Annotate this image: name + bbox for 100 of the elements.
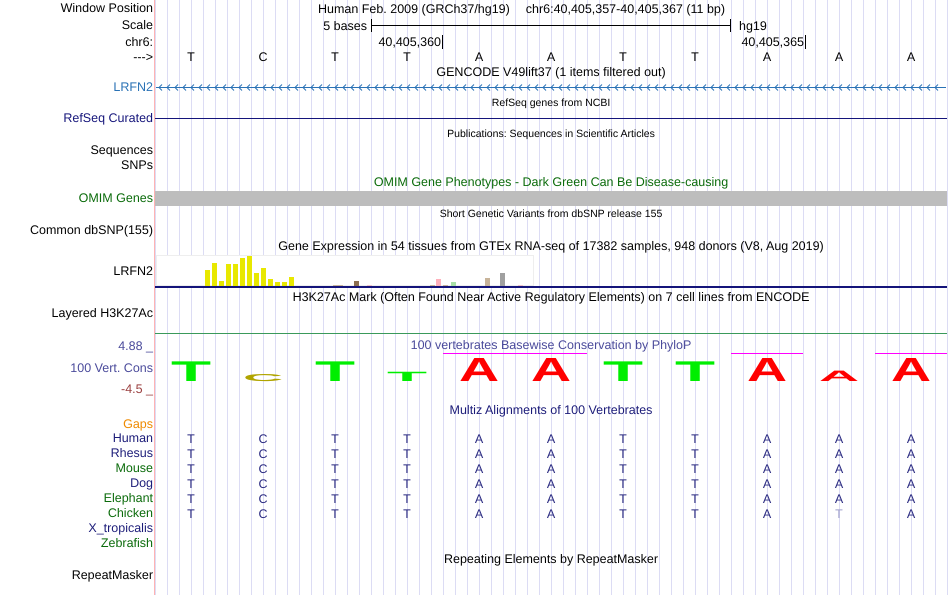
position-tick: 40,405,365 — [741, 35, 806, 49]
alignment-base: A — [762, 446, 772, 460]
alignment-base: A — [906, 462, 916, 476]
track-title: Multiz Alignments of 100 Vertebrates — [450, 402, 652, 416]
alignment-base: T — [690, 476, 700, 490]
axis-max-label: 4.88 _ — [118, 338, 153, 355]
species-label: X_tropicalis — [88, 521, 153, 536]
strand-label: ---> — [133, 50, 153, 64]
sequence-base: A — [546, 50, 556, 64]
species-label: Human — [112, 431, 153, 446]
alignment-base: T — [618, 506, 628, 520]
track-title: H3K27Ac Mark (Often Found Near Active Regulatory Elements) on 7 cell lines from ENCODE — [292, 290, 810, 304]
alignment-base: A — [906, 492, 916, 506]
sequence-base: T — [618, 50, 628, 64]
track-label: RefSeq Curated — [63, 110, 153, 126]
alignment-base: A — [546, 492, 556, 506]
assembly-name: Human Feb. 2009 (GRCh37/hg19) — [318, 2, 510, 16]
track-label: Layered H3K27Ac — [52, 306, 153, 321]
row-label: Window Position — [60, 1, 153, 16]
alignment-base: T — [330, 432, 340, 446]
sequence-base: A — [474, 50, 484, 64]
alignment-base: A — [474, 432, 484, 446]
alignment-base: A — [834, 432, 844, 446]
alignment-base: T — [618, 476, 628, 490]
logo-letter: A — [458, 350, 500, 388]
sequence-base: A — [762, 50, 772, 64]
alignment-base: T — [402, 506, 412, 520]
logo-letter: T — [674, 355, 716, 388]
alignment-base: C — [257, 506, 269, 520]
alignment-base: C — [257, 462, 269, 476]
sequence-base: T — [330, 50, 340, 64]
alignment-base: A — [474, 462, 484, 476]
logo-letter: T — [314, 355, 356, 388]
track-title: Publications: Sequences in Scientific Articles — [447, 128, 655, 140]
alignment-base: A — [546, 506, 556, 520]
alignment-base: A — [474, 446, 484, 460]
track-label: OMIM Genes — [78, 191, 153, 206]
track-label: Common dbSNP(155) — [30, 222, 153, 238]
alignment-base: T — [402, 462, 412, 476]
sequence-base: A — [834, 50, 844, 64]
alignment-base: T — [186, 432, 196, 446]
genome-position: chr6:40,405,357-40,405,367 (11 bp) — [526, 2, 726, 16]
axis-min-label: -4.5 _ — [121, 381, 153, 398]
track-title: Short Genetic Variants from dbSNP release 155 — [440, 208, 662, 220]
alignment-base: T — [690, 446, 700, 460]
alignment-base: A — [546, 432, 556, 446]
alignment-base: T — [618, 432, 628, 446]
track-label: SNPs — [121, 158, 153, 172]
alignment-base: T — [618, 462, 628, 476]
track-label: LRFN2 — [113, 264, 153, 278]
alignment-base: T — [330, 492, 340, 506]
track-label: RepeatMasker — [72, 568, 153, 582]
alignment-base: T — [690, 492, 700, 506]
alignment-base: A — [762, 492, 772, 506]
track-title: RefSeq genes from NCBI — [492, 96, 610, 108]
track-label: 100 Vert. Cons — [70, 360, 153, 377]
species-label: Dog — [130, 476, 153, 491]
alignment-base: A — [546, 462, 556, 476]
track-title: 100 vertebrates Basewise Conservation by PhyloP — [410, 337, 692, 353]
alignment-base: A — [834, 462, 844, 476]
alignment-base: A — [762, 432, 772, 446]
alignment-base: T — [330, 446, 340, 460]
track-label: Sequences — [90, 142, 153, 158]
sequence-base: T — [690, 50, 700, 64]
logo-letter: A — [818, 367, 860, 384]
track-title: Gene Expression in 54 tissues from GTEx RNA-seq of 17382 samples, 948 donors (V8, Aug 2019) — [278, 239, 824, 253]
assembly-label: hg19 — [738, 18, 768, 32]
alignment-base: A — [834, 492, 844, 506]
row-label: Scale — [122, 18, 153, 33]
alignment-base: A — [474, 506, 484, 520]
alignment-base: T — [330, 506, 340, 520]
scale-text: 5 bases — [322, 18, 368, 32]
alignment-base: A — [546, 476, 556, 490]
alignment-base: T — [186, 506, 196, 520]
position-tick: 40,405,360 — [378, 35, 443, 49]
logo-letter: A — [530, 350, 572, 388]
alignment-base: T — [834, 506, 844, 520]
track-label: LRFN2 — [113, 80, 153, 95]
alignment-base: T — [186, 462, 196, 476]
species-label: Zebrafish — [100, 536, 153, 551]
track-title: OMIM Gene Phenotypes - Dark Green Can Be Disease-causing — [374, 175, 728, 189]
logo-letter: C — [242, 372, 284, 384]
alignment-base: T — [690, 432, 700, 446]
alignment-base: T — [402, 492, 412, 506]
logo-letter: T — [602, 355, 644, 388]
species-label: Chicken — [108, 506, 153, 521]
logo-letter: A — [890, 350, 932, 388]
track-label: Gaps — [123, 417, 153, 431]
alignment-base: A — [762, 506, 772, 520]
alignment-base: A — [762, 476, 772, 490]
alignment-base: T — [186, 492, 196, 506]
sequence-base: A — [906, 50, 916, 64]
alignment-base: T — [330, 476, 340, 490]
alignment-base: C — [257, 446, 269, 460]
alignment-base: T — [402, 432, 412, 446]
alignment-base: T — [186, 446, 196, 460]
alignment-base: T — [618, 492, 628, 506]
track-title: Repeating Elements by RepeatMasker — [444, 552, 658, 566]
alignment-base: T — [186, 476, 196, 490]
alignment-base: T — [330, 462, 340, 476]
